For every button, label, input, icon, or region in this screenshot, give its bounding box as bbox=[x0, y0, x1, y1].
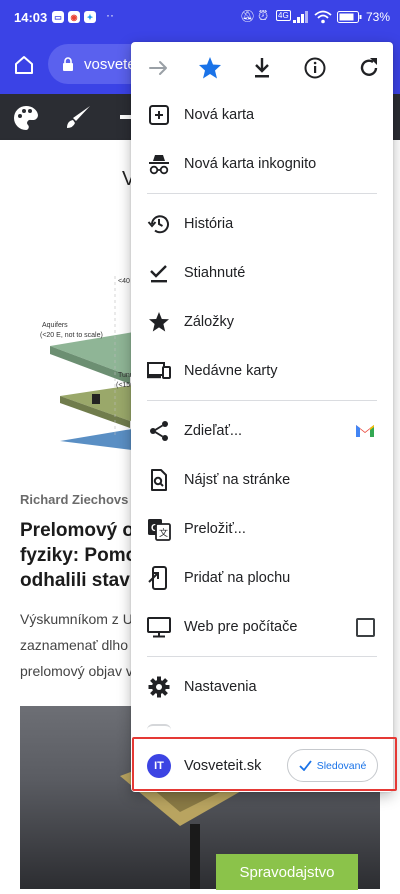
translate-icon: G 文 bbox=[148, 519, 171, 541]
highlight-box bbox=[132, 737, 397, 791]
menu-item-label: Nová karta bbox=[184, 107, 255, 123]
volte-icon: 4G bbox=[276, 10, 291, 21]
battery-percent: 73% bbox=[366, 10, 391, 24]
more-notifications-icon: ·· bbox=[106, 8, 114, 22]
menu-item-incognito[interactable]: Nová karta inkognito bbox=[131, 140, 393, 188]
mute-icon: 🔕︎ bbox=[240, 9, 256, 23]
settings-icon bbox=[148, 676, 170, 698]
star-icon[interactable] bbox=[196, 54, 224, 82]
info-icon[interactable] bbox=[301, 54, 329, 82]
figure-label: Aquifers bbox=[42, 322, 68, 329]
menu-item-add-to-home[interactable]: Pridať na plochu bbox=[131, 554, 393, 602]
menu-item-label: Zdieľať... bbox=[184, 423, 243, 439]
article-author[interactable]: Richard Ziechovs bbox=[20, 492, 128, 507]
message-app-icon: ▭ bbox=[52, 11, 64, 23]
svg-text:文: 文 bbox=[159, 527, 168, 539]
chrome-app-icon: ◉ bbox=[68, 11, 80, 23]
menu-item-find-in-page[interactable]: Nájsť na stránke bbox=[131, 456, 393, 504]
menu-item-label: Nedávne karty bbox=[184, 363, 278, 379]
menu-item-label: Nastavenia bbox=[184, 679, 257, 695]
incognito-icon bbox=[149, 155, 169, 175]
status-time: 14:03 bbox=[14, 10, 48, 25]
history-icon bbox=[147, 215, 169, 234]
menu-divider bbox=[147, 656, 377, 657]
menu-item-label: Nájsť na stránke bbox=[184, 472, 291, 488]
menu-item-bookmarks[interactable]: Záložky bbox=[131, 298, 393, 346]
menu-divider bbox=[147, 400, 377, 401]
downloads-icon bbox=[150, 265, 167, 283]
menu-item-history[interactable]: História bbox=[131, 200, 393, 248]
menu-divider bbox=[147, 193, 377, 194]
menu-item-label: Záložky bbox=[184, 314, 234, 330]
menu-item-label: Web pre počítače bbox=[184, 619, 298, 635]
menu-item-settings[interactable]: Nastavenia bbox=[131, 663, 393, 711]
menu-item-label: Stiahnuté bbox=[184, 265, 246, 281]
browser-overflow-menu: Nová karta Nová karta inkognito História… bbox=[131, 42, 393, 792]
palette-icon[interactable] bbox=[12, 104, 40, 130]
menu-item-recent-tabs[interactable]: Nedávne karty bbox=[131, 347, 393, 395]
menu-item-label: Pridať na plochu bbox=[184, 570, 291, 586]
add-to-home-icon bbox=[148, 566, 167, 590]
figure-label: (<20 E, not to scale) bbox=[40, 332, 103, 339]
new-tab-icon bbox=[149, 105, 169, 125]
download-icon[interactable] bbox=[248, 54, 276, 82]
menu-item-downloads[interactable]: Stiahnuté bbox=[131, 249, 393, 297]
figure-label: <40 bbox=[118, 278, 130, 285]
category-button[interactable]: Spravodajstvo bbox=[216, 854, 358, 890]
bookmarks-star-icon bbox=[149, 312, 169, 332]
menu-item-translate[interactable]: G 文 Preložiť... bbox=[131, 505, 393, 553]
menu-item-share[interactable]: Zdieľať... bbox=[131, 407, 393, 455]
battery-icon bbox=[337, 11, 362, 23]
arrow-forward-icon[interactable] bbox=[145, 54, 173, 82]
reload-icon[interactable] bbox=[355, 54, 383, 82]
alarm-icon: ⏰︎ bbox=[258, 8, 269, 23]
wifi-icon bbox=[314, 10, 332, 24]
desktop-site-icon bbox=[147, 617, 171, 638]
status-bar: 14:03 ▭ ◉ ✦ ·· 🔕︎ ⏰︎ 4G 73% bbox=[0, 0, 400, 34]
find-in-page-icon bbox=[151, 469, 167, 491]
menu-item-desktop-site[interactable]: Web pre počítače bbox=[131, 603, 393, 651]
menu-item-new-tab[interactable]: Nová karta bbox=[131, 91, 393, 139]
share-icon bbox=[150, 421, 168, 441]
twitter-app-icon: ✦ bbox=[84, 11, 96, 23]
menu-item-label: Preložiť... bbox=[184, 521, 246, 537]
home-icon[interactable] bbox=[13, 54, 35, 76]
menu-item-label: Nová karta inkognito bbox=[184, 156, 317, 172]
brush-icon[interactable] bbox=[64, 104, 92, 130]
gmail-icon[interactable] bbox=[355, 422, 375, 438]
menu-item-label: História bbox=[184, 216, 234, 232]
lock-icon bbox=[63, 57, 73, 71]
signal-icon bbox=[293, 11, 308, 23]
hidden-item-icon bbox=[147, 724, 171, 730]
recent-tabs-icon bbox=[147, 362, 171, 379]
desktop-site-checkbox[interactable] bbox=[356, 618, 375, 637]
